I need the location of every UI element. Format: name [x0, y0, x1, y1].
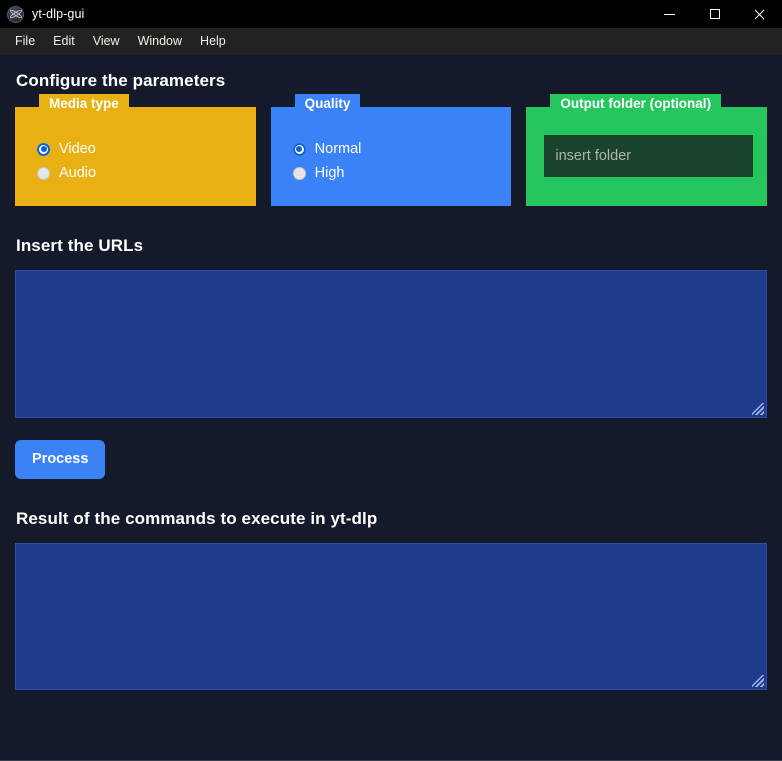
radio-option-high[interactable]: High: [292, 161, 512, 185]
quality-options: Normal High: [271, 137, 512, 185]
radio-option-normal[interactable]: Normal: [292, 137, 512, 161]
close-button[interactable]: [737, 0, 782, 28]
result-heading: Result of the commands to execute in yt-…: [16, 508, 378, 528]
menu-item-window[interactable]: Window: [129, 31, 191, 52]
process-button[interactable]: Process: [15, 440, 106, 479]
title-bar-left: yt-dlp-gui: [0, 5, 85, 23]
menu-item-view[interactable]: View: [84, 31, 129, 52]
media-type-legend: Media type: [39, 94, 129, 115]
menu-item-file[interactable]: File: [6, 31, 44, 52]
radio-high-label: High: [314, 164, 345, 181]
urls-textarea[interactable]: [15, 270, 767, 418]
output-folder-legend: Output folder (optional): [550, 94, 722, 115]
radio-audio-indicator[interactable]: [37, 166, 50, 180]
parameter-cards-row: Media type Video Audio Quality Normal Hi…: [15, 94, 768, 206]
insert-urls-heading: Insert the URLs: [16, 236, 144, 255]
radio-normal-label: Normal: [314, 140, 362, 157]
title-bar: yt-dlp-gui: [0, 0, 782, 28]
maximize-icon: [709, 9, 720, 19]
radio-video-label: Video: [59, 140, 96, 157]
minimize-icon: [664, 13, 675, 15]
radio-audio-label: Audio: [59, 164, 97, 181]
main-content: Configure the parameters Media type Vide…: [0, 55, 782, 760]
minimize-button[interactable]: [647, 0, 692, 28]
menu-bar: File Edit View Window Help: [0, 28, 782, 55]
radio-video-indicator[interactable]: [37, 142, 50, 156]
radio-normal-indicator[interactable]: [292, 142, 306, 156]
media-type-card: Media type Video Audio: [15, 94, 256, 206]
window-title: yt-dlp-gui: [32, 6, 85, 21]
configure-parameters-heading: Configure the parameters: [16, 71, 226, 90]
menu-item-edit[interactable]: Edit: [44, 31, 84, 52]
media-type-options: Video Audio: [15, 137, 256, 185]
radio-high-indicator[interactable]: [292, 166, 306, 180]
result-textarea-wrap: [15, 542, 767, 690]
urls-textarea-wrap: [15, 270, 767, 418]
radio-option-audio[interactable]: Audio: [37, 161, 256, 185]
app-icon: [7, 5, 24, 23]
quality-legend: Quality: [294, 94, 361, 115]
result-textarea[interactable]: [15, 542, 767, 690]
quality-card: Quality Normal High: [270, 94, 512, 206]
window-controls: [647, 0, 782, 28]
menu-item-help[interactable]: Help: [191, 31, 235, 52]
radio-option-video[interactable]: Video: [37, 137, 256, 161]
close-icon: [754, 9, 765, 20]
output-folder-input[interactable]: [544, 135, 754, 177]
maximize-button[interactable]: [692, 0, 737, 28]
app-window: yt-dlp-gui File Edit View Window Help Co…: [0, 0, 782, 761]
output-folder-card: Output folder (optional): [526, 94, 768, 206]
